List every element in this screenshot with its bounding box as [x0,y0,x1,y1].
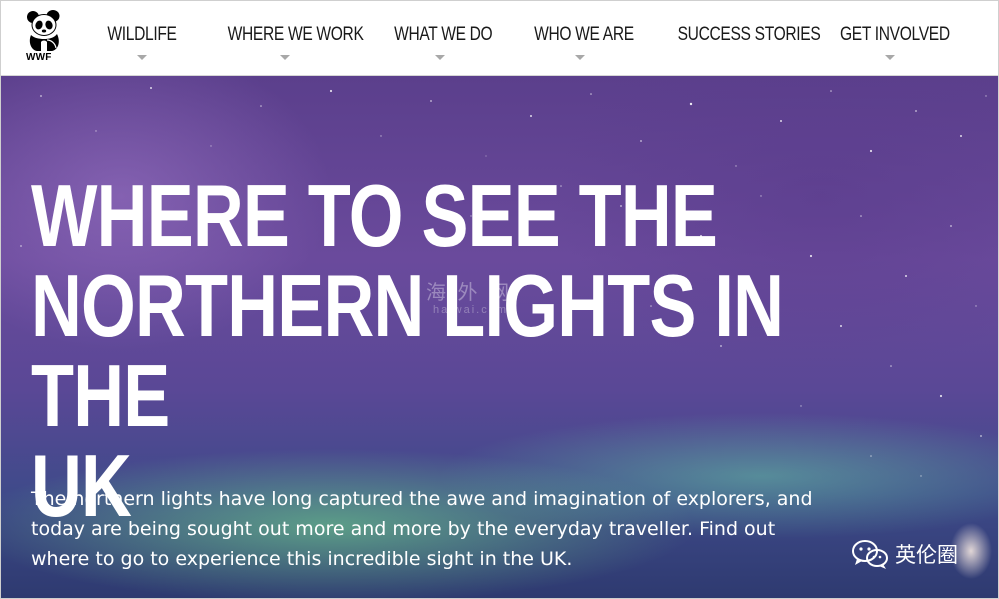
nav-item-success-stories[interactable]: SUCCESS STORIES [665,23,821,67]
wechat-icon [852,540,888,569]
nav-item-where-we-work[interactable]: WHERE WE WORK [215,23,364,67]
wechat-account-name: 英伦圈 [895,543,958,567]
hero-title-line: WHERE TO SEE THE [31,166,718,265]
nav-label: WHO WE ARE [534,24,634,45]
wechat-account-badge: 英伦圈 [851,534,958,574]
hero-description-line: today are being sought out more and more… [31,518,776,540]
hero-description: The northern lights have long captured t… [31,484,831,574]
site-header: WWF WILDLIFE WHERE WE WORK WHAT WE DO WH… [1,1,998,76]
hero-title: WHERE TO SEE THE NORTHERN LIGHTS IN THE … [31,171,831,531]
caret-down-icon [885,55,895,60]
hero-banner: 海 外 网 haiwai.com WHERE TO SEE THE NORTHE… [1,76,998,598]
nav-item-who-we-are[interactable]: WHO WE ARE [524,23,636,67]
caret-down-icon [435,55,445,60]
nav-label: WHERE WE WORK [227,24,364,45]
nav-item-what-we-do[interactable]: WHAT WE DO [384,23,496,67]
caret-down-icon [575,55,585,60]
caret-down-icon [137,55,147,60]
hero-description-line: The northern lights have long captured t… [31,488,813,510]
nav-label: GET INVOLVED [839,24,950,45]
nav-item-wildlife[interactable]: WILDLIFE [97,23,187,67]
page-frame: WWF WILDLIFE WHERE WE WORK WHAT WE DO WH… [0,0,999,599]
main-navigation: WILDLIFE WHERE WE WORK WHAT WE DO WHO WE… [1,1,998,75]
nav-label: WILDLIFE [107,24,177,45]
hero-description-line: where to go to experience this incredibl… [31,548,573,570]
nav-label: WHAT WE DO [394,24,493,45]
hero-title-line: NORTHERN LIGHTS IN THE [31,256,784,445]
caret-down-icon [280,55,290,60]
nav-item-get-involved[interactable]: GET INVOLVED [829,23,951,67]
nav-label: SUCCESS STORIES [677,24,821,45]
